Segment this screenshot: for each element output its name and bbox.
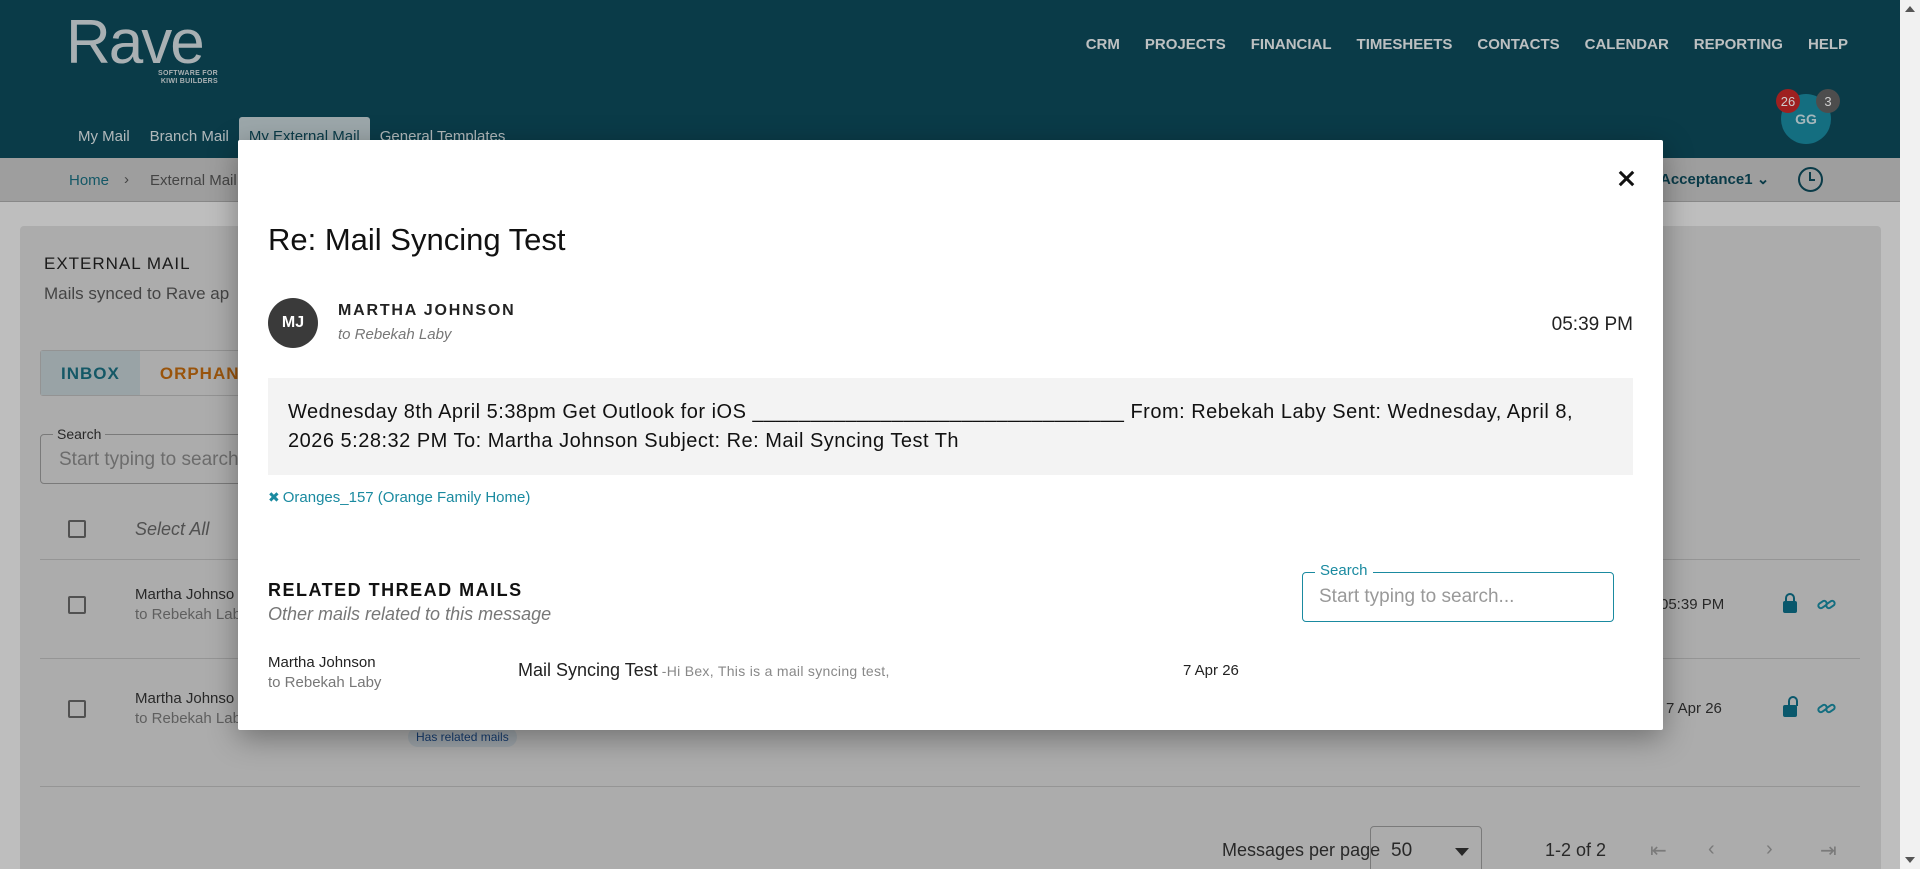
related-search-label: Search — [1315, 562, 1373, 579]
mail-detail-modal: Re: Mail Syncing Test MJ MARTHA JOHNSON … — [238, 140, 1663, 730]
related-mail-sender: Martha Johnson — [268, 654, 376, 671]
related-mail-date: 7 Apr 26 — [1183, 662, 1239, 679]
project-link[interactable]: ✖ Oranges_157 (Orange Family Home) — [268, 489, 530, 506]
project-link-label: Oranges_157 (Orange Family Home) — [282, 489, 531, 506]
related-mail-subject-line: Mail Syncing Test -Hi Bex, This is a mail… — [518, 660, 890, 681]
page-scrollbar[interactable] — [1900, 0, 1920, 869]
related-search-input[interactable] — [1319, 586, 1599, 608]
sender-avatar: MJ — [268, 298, 318, 348]
related-mail-row[interactable]: Martha Johnson to Rebekah Laby Mail Sync… — [268, 654, 1628, 698]
related-threads-subtitle: Other mails related to this message — [268, 604, 552, 624]
sender-name: MARTHA JOHNSON — [338, 302, 516, 319]
related-search-field: Search — [1302, 562, 1614, 622]
mail-subject-title: Re: Mail Syncing Test — [268, 222, 566, 257]
mail-body: Wednesday 8th April 5:38pm Get Outlook f… — [268, 378, 1633, 475]
scroll-up-icon[interactable] — [1905, 6, 1915, 12]
related-mail-snippet: -Hi Bex, This is a mail syncing test, — [661, 663, 890, 679]
related-mail-subject: Mail Syncing Test — [518, 660, 658, 680]
close-icon[interactable] — [1611, 164, 1641, 194]
related-threads-title: RELATED THREAD MAILS — [268, 580, 523, 600]
mail-time: 05:39 PM — [1551, 314, 1633, 335]
recipient-name: to Rebekah Laby — [338, 326, 452, 343]
scroll-down-icon[interactable] — [1905, 857, 1915, 863]
related-mail-recipient: to Rebekah Laby — [268, 674, 382, 691]
project-tools-icon: ✖ — [268, 489, 280, 505]
